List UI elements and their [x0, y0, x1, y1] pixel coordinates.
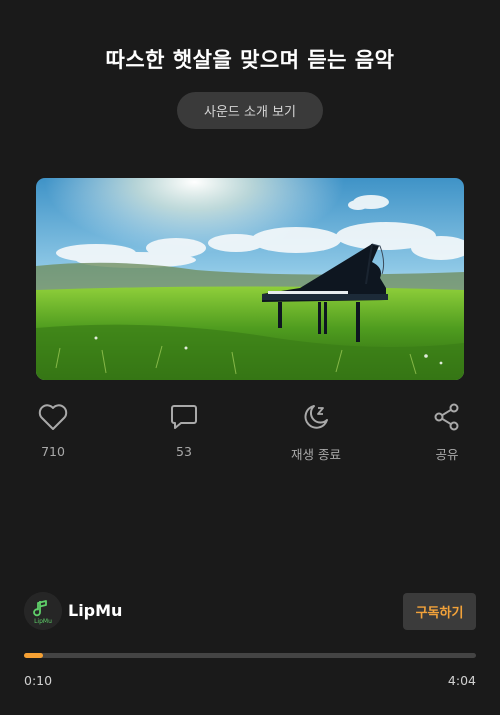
- current-time: 0:10: [24, 673, 53, 688]
- share-button[interactable]: 공유: [407, 400, 487, 463]
- avatar-text: LipMu: [34, 618, 52, 625]
- sound-intro-button[interactable]: 사운드 소개 보기: [177, 92, 323, 129]
- piano-meadow-image: [36, 178, 464, 380]
- player-screen: 따스한 햇살을 맞으며 듣는 음악 사운드 소개 보기 710 53 재생 종료…: [0, 0, 500, 715]
- artist-name[interactable]: LipMu: [68, 601, 122, 620]
- progress-bar[interactable]: [24, 653, 476, 658]
- like-count: 710: [41, 444, 65, 459]
- sleep-timer-button[interactable]: 재생 종료: [276, 400, 356, 463]
- subscribe-button[interactable]: 구독하기: [403, 593, 476, 630]
- lipmu-logo: LipMu: [24, 592, 62, 630]
- avatar[interactable]: LipMu: [24, 592, 62, 630]
- progress-fill: [24, 653, 43, 658]
- heart-icon: [36, 400, 70, 434]
- moon-sleep-icon: [299, 400, 333, 434]
- comment-icon: [167, 400, 201, 434]
- total-time: 4:04: [447, 673, 476, 688]
- sleep-timer-label: 재생 종료: [291, 447, 341, 462]
- action-bar: 710 53 재생 종료 공유: [0, 400, 500, 470]
- page-title: 따스한 햇살을 맞으며 듣는 음악: [105, 48, 395, 72]
- like-button[interactable]: 710: [13, 400, 93, 459]
- share-label: 공유: [435, 447, 459, 462]
- comment-count: 53: [176, 444, 192, 459]
- artist-row: LipMu LipMu 구독하기: [24, 592, 476, 632]
- share-icon: [430, 400, 464, 434]
- album-artwork: [36, 178, 464, 380]
- comment-button[interactable]: 53: [144, 400, 224, 459]
